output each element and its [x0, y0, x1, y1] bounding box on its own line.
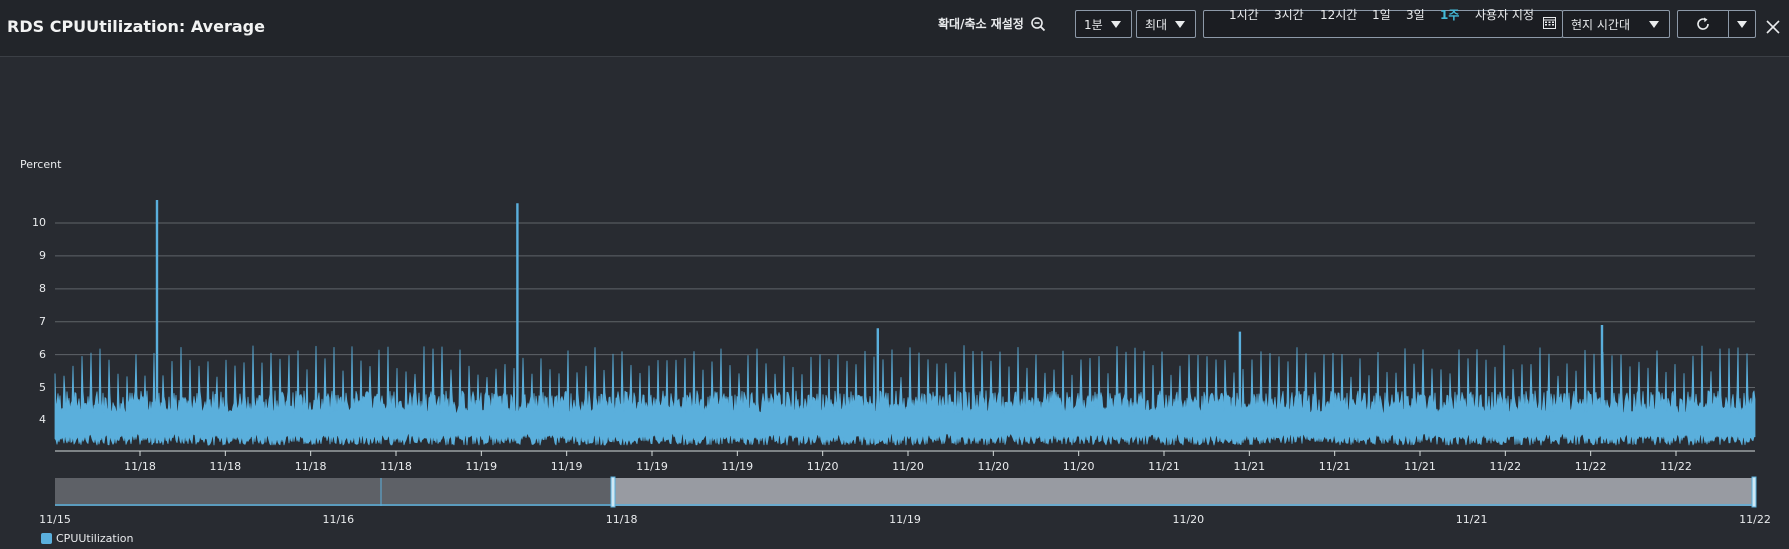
x-tick-label: 11/20 — [977, 460, 1010, 473]
x-tick-label: 11/18 — [380, 460, 412, 473]
x-tick-label: 11/18 — [294, 460, 327, 473]
y-tick-label: 8 — [39, 281, 46, 295]
x-tick-label: 11/21 — [1318, 460, 1351, 473]
x-tick-label: 11/22 — [1489, 460, 1522, 473]
x-tick-label: 11/19 — [550, 460, 583, 473]
x-tick-label: 11/22 — [1660, 460, 1692, 473]
x-tick-label: 11/19 — [636, 460, 668, 473]
x-tick-label: 11/20 — [806, 460, 839, 473]
legend-swatch — [41, 533, 52, 544]
navigator-left-handle[interactable] — [610, 476, 616, 508]
y-tick-label: 6 — [39, 347, 46, 361]
x-tick-label: 11/20 — [1062, 460, 1095, 473]
x-tick-label: 11/21 — [1404, 460, 1436, 473]
x-tick-label: 11/18 — [124, 460, 156, 473]
y-tick-label: 10 — [32, 216, 46, 230]
x-tick-label: 11/18 — [209, 460, 242, 473]
legend[interactable]: CPUUtilization — [41, 532, 133, 545]
navigator-tick-label: 11/18 — [605, 513, 638, 526]
y-tick-label: 9 — [39, 248, 46, 262]
x-tick-label: 11/19 — [721, 460, 754, 473]
x-tick-label: 11/22 — [1574, 460, 1607, 473]
x-tick-label: 11/20 — [892, 460, 924, 473]
navigator-tick-label: 11/16 — [322, 513, 355, 526]
navigator-tick-label: 11/20 — [1172, 513, 1205, 526]
navigator-right-handle[interactable] — [1751, 476, 1757, 508]
navigator-selected — [613, 478, 1755, 506]
navigator-tick-label: 11/21 — [1455, 513, 1488, 526]
cpu-utilization-series — [54, 345, 1756, 446]
navigator-tick-label: 11/22 — [1739, 513, 1771, 526]
x-tick-label: 11/21 — [1148, 460, 1180, 473]
navigator-unselected — [55, 478, 613, 506]
legend-label: CPUUtilization — [56, 532, 134, 545]
y-tick-label: 4 — [39, 413, 46, 427]
x-tick-label: 11/19 — [465, 460, 498, 473]
x-tick-label: 11/21 — [1233, 460, 1266, 473]
y-tick-label: 7 — [39, 314, 46, 328]
navigator-tick-label: 11/19 — [889, 513, 921, 526]
y-tick-label: 5 — [39, 380, 46, 394]
navigator-tick-label: 11/15 — [39, 513, 71, 526]
